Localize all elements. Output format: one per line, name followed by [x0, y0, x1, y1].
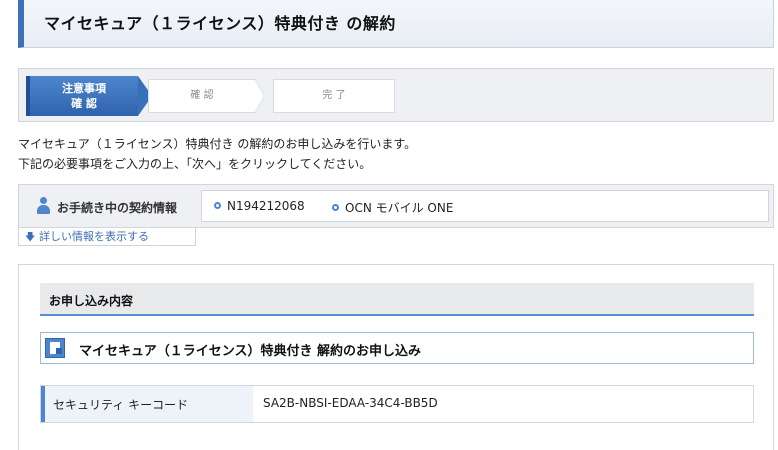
contract-values: N194212068 OCN モバイル ONE [201, 190, 769, 222]
step-complete: 完 了 [273, 79, 395, 113]
show-details-label: 詳しい情報を表示する [39, 230, 149, 243]
contract-info-bar: お手続き中の契約情報 N194212068 OCN モバイル ONE [18, 184, 774, 228]
intro-line-1: マイセキュア（１ライセンス）特典付き の解約のお申し込みを行います。 [18, 137, 417, 151]
step-complete-label: 完 了 [322, 90, 346, 101]
contract-id: N194212068 [214, 199, 305, 213]
application-item: マイセキュア（１ライセンス）特典付き 解約のお申し込み [40, 332, 754, 364]
contract-service: OCN モバイル ONE [332, 199, 453, 216]
security-key-row: セキュリティ キーコード SA2B-NBSI-EDAA-34C4-BB5D [40, 385, 754, 423]
step-current-line2: 確 認 [71, 97, 97, 110]
application-panel: お申し込み内容 マイセキュア（１ライセンス）特典付き 解約のお申し込み セキュリ… [18, 264, 774, 450]
step-confirm-label: 確 認 [190, 90, 214, 101]
step-confirm: 確 認 [148, 79, 265, 113]
intro-line-2: 下記の必要事項をご入力の上、「次へ」をクリックしてください。 [18, 157, 372, 171]
section-header: お申し込み内容 [40, 283, 754, 316]
show-details-link[interactable]: 🡇 詳しい情報を表示する [18, 228, 196, 246]
person-icon [37, 197, 50, 215]
security-key-value: SA2B-NBSI-EDAA-34C4-BB5D [263, 396, 438, 410]
step-current: 注意事項 確 認 [26, 76, 152, 116]
arrow-down-icon: 🡇 [25, 232, 36, 243]
progress-steps: 注意事項 確 認 確 認 完 了 [18, 68, 774, 122]
intro-text: マイセキュア（１ライセンス）特典付き の解約のお申し込みを行います。 下記の必要… [18, 134, 416, 174]
application-item-title: マイセキュア（１ライセンス）特典付き 解約のお申し込み [79, 344, 422, 359]
security-key-label: セキュリティ キーコード [41, 386, 253, 422]
page-title-bar: マイセキュア（１ライセンス）特典付き の解約 [18, 0, 774, 48]
section-title: お申し込み内容 [49, 294, 134, 308]
page-title: マイセキュア（１ライセンス）特典付き の解約 [44, 14, 396, 33]
contract-info-label: お手続き中の契約情報 [57, 201, 178, 215]
bullet-icon [214, 202, 221, 209]
document-icon [45, 338, 65, 358]
bullet-icon [332, 204, 339, 211]
step-current-line1: 注意事項 [62, 82, 106, 95]
